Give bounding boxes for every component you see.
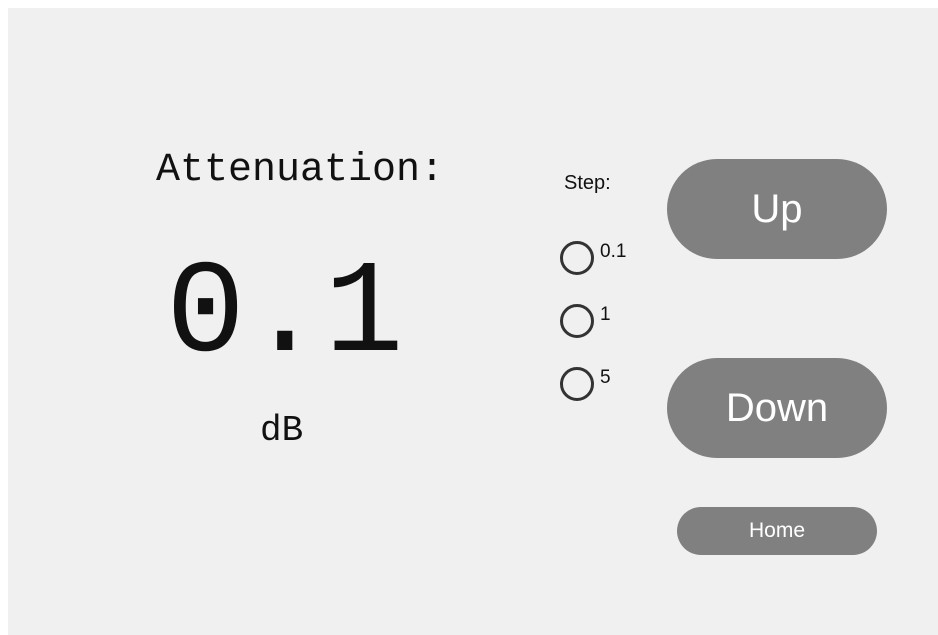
attenuation-value: 0.1 [166,240,404,390]
step-option-5[interactable]: 5 [560,367,611,401]
step-option-label: 5 [600,367,611,388]
radio-button-icon[interactable] [560,241,594,275]
step-option-label: 1 [600,304,611,325]
radio-button-icon[interactable] [560,304,594,338]
step-option-0-1[interactable]: 0.1 [560,241,626,275]
step-option-1[interactable]: 1 [560,304,611,338]
attenuation-title: Attenuation: [156,148,445,193]
step-option-label: 0.1 [600,241,627,262]
radio-button-icon[interactable] [560,367,594,401]
up-button[interactable]: Up [667,159,887,259]
step-label: Step: [564,172,611,194]
attenuation-unit: dB [260,410,304,451]
down-button[interactable]: Down [667,358,887,458]
home-button[interactable]: Home [677,507,877,555]
